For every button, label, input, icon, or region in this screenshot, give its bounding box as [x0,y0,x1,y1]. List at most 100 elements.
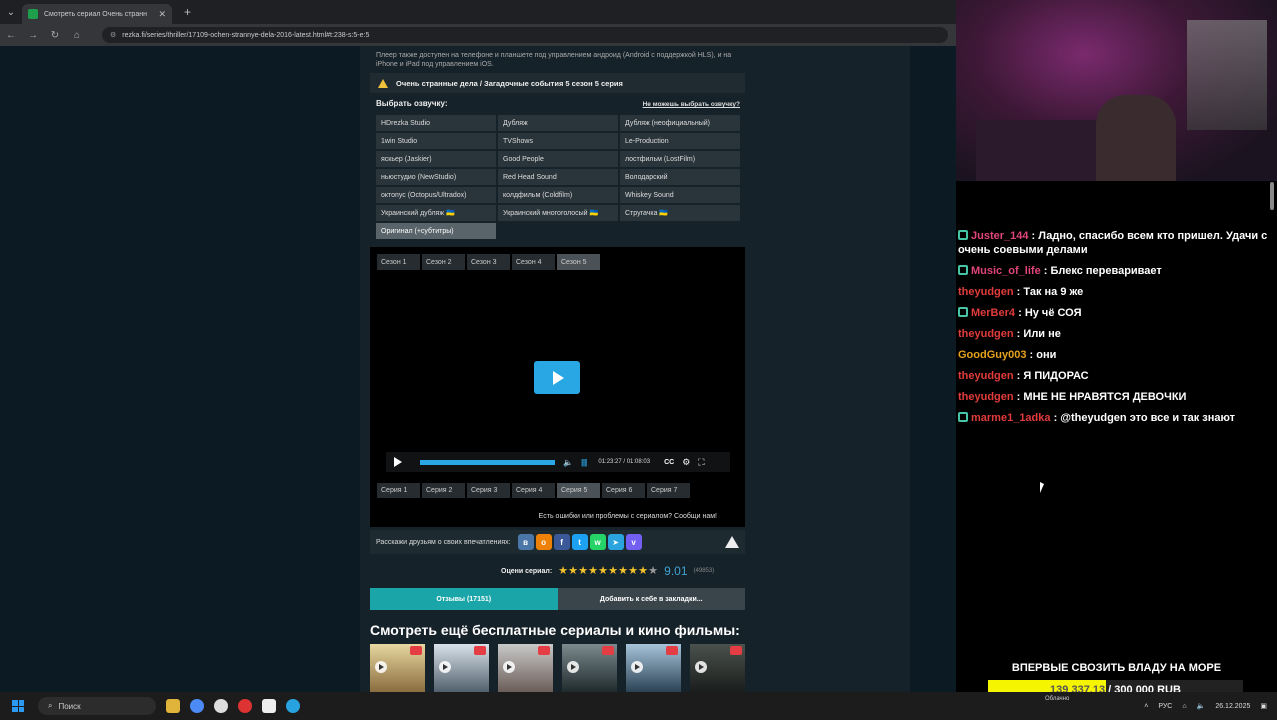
report-error-link[interactable]: Есть ошибки или проблемы с сериалом? Соо… [539,513,717,520]
twitter-share-icon[interactable]: t [571,534,588,550]
star-icon[interactable]: ★ [568,566,578,577]
star-icon[interactable]: ★ [558,566,568,577]
related-thumbnail[interactable] [434,644,489,692]
voice-option[interactable]: Стругачка 🇺🇦 [620,205,740,221]
episode-tab[interactable]: Серия 7 [647,483,690,498]
voice-option[interactable]: Good People [498,151,618,167]
related-thumbnail[interactable] [626,644,681,692]
star-icon[interactable]: ★ [588,566,598,577]
app-window-icon[interactable] [262,699,276,713]
notifications-icon[interactable]: ▣ [1260,702,1267,710]
progress-bar[interactable] [420,459,555,465]
voice-option[interactable]: колдфильм (Coldfilm) [498,187,618,203]
close-tab-icon[interactable]: ✕ [158,9,166,20]
voice-option[interactable]: Дубляж (неофициальный) [620,115,740,131]
start-icon[interactable] [12,700,24,712]
voice-option[interactable]: Украинский многоголосый 🇺🇦 [498,205,618,221]
viber-share-icon[interactable]: v [625,534,642,550]
voice-option[interactable]: октопус (Octopus/Ultradox) [376,187,496,203]
taskbar-search[interactable]: ⌕ Поиск [38,697,156,715]
voice-option[interactable]: яскьер (Jaskier) [376,151,496,167]
forward-icon[interactable]: → [28,30,38,41]
episode-tab[interactable]: Серия 1 [377,483,420,498]
volume-icon[interactable]: 🔈 [563,458,573,467]
volume-slider[interactable]: ||||| [581,458,587,467]
facebook-share-icon[interactable]: f [553,534,570,550]
badge-icon [958,265,968,275]
season-tab[interactable]: Сезон 2 [422,254,465,270]
bookmark-tab[interactable]: Добавить к себе в закладки... [557,588,745,610]
home-icon[interactable]: ⌂ [72,30,82,41]
language-indicator[interactable]: РУС [1158,703,1172,710]
voice-option[interactable]: Le-Production [620,133,740,149]
rating-stars[interactable]: ★ ★ ★ ★ ★ ★ ★ ★ ★ ★ [558,566,658,577]
voice-option[interactable]: лостфильм (LostFilm) [620,151,740,167]
subtitles-button[interactable]: CC [664,459,674,466]
voice-option[interactable]: ньюстудио (NewStudio) [376,169,496,185]
video-player[interactable]: Сезон 1 Сезон 2 Сезон 3 Сезон 4 Сезон 5 … [370,247,745,527]
ok-share-icon[interactable]: о [535,534,552,550]
reload-icon[interactable]: ↻ [50,30,60,41]
episode-tab-selected[interactable]: Серия 5 [557,483,600,498]
related-thumbnail[interactable] [498,644,553,692]
whatsapp-share-icon[interactable]: w [589,534,606,550]
voice-option[interactable]: TVShows [498,133,618,149]
voice-help-link[interactable]: Не можешь выбрать озвучку? [643,101,740,108]
big-play-button[interactable] [534,361,580,394]
star-icon[interactable]: ★ [608,566,618,577]
telegram-icon[interactable] [286,699,300,713]
chat-scrollbar[interactable] [1270,182,1274,210]
tab-list-icon[interactable]: ⌄ [0,0,22,24]
episode-tab[interactable]: Серия 3 [467,483,510,498]
voice-option[interactable]: Дубляж [498,115,618,131]
voice-option[interactable]: HDrezka Studio [376,115,496,131]
play-button[interactable] [394,457,402,467]
star-icon[interactable]: ★ [648,566,658,577]
star-icon[interactable]: ★ [618,566,628,577]
network-icon[interactable]: ⌂ [1182,703,1186,710]
season-tab-selected[interactable]: Сезон 5 [557,254,600,270]
tray-chevron-icon[interactable]: ˄ [1144,703,1148,710]
url-field[interactable]: ⚙ rezka.fi/series/thriller/17109-ochen-s… [102,27,948,43]
vk-share-icon[interactable]: в [517,534,534,550]
volume-tray-icon[interactable]: 🔈 [1197,702,1206,710]
notification-bell-icon[interactable] [725,536,739,548]
chrome-icon[interactable] [190,699,204,713]
app-icon[interactable] [214,699,228,713]
star-icon[interactable]: ★ [638,566,648,577]
voice-option[interactable]: Red Head Sound [498,169,618,185]
episode-tab[interactable]: Серия 2 [422,483,465,498]
related-thumbnail[interactable] [690,644,745,692]
episode-tab[interactable]: Серия 6 [602,483,645,498]
file-explorer-icon[interactable] [166,699,180,713]
star-icon[interactable]: ★ [598,566,608,577]
reviews-tab[interactable]: Отзывы (17151) [370,588,558,610]
star-icon[interactable]: ★ [628,566,638,577]
voice-option[interactable]: Украинский дубляж 🇺🇦 [376,205,496,221]
site-favicon-icon [28,9,38,19]
site-info-icon[interactable]: ⚙ [110,31,116,39]
voice-option[interactable]: Whiskey Sound [620,187,740,203]
new-tab-icon[interactable]: + [184,5,191,19]
obs-icon[interactable] [238,699,252,713]
telegram-share-icon[interactable]: ➤ [607,534,624,550]
back-icon[interactable]: ← [6,30,16,41]
season-tab[interactable]: Сезон 4 [512,254,555,270]
voice-option-selected[interactable]: Оригинал (+субтитры) [376,223,496,239]
episode-tab[interactable]: Серия 4 [512,483,555,498]
related-thumbnail[interactable] [370,644,425,692]
donation-title: ВПЕРВЫЕ СВОЗИТЬ ВЛАДУ НА МОРЕ [1011,662,1222,674]
chat-text: Или не [1023,328,1061,340]
season-tab[interactable]: Сезон 3 [467,254,510,270]
chat-user: GoodGuy003 [958,349,1027,361]
chat-message: Music_of_life : Блекс переваривает [956,264,1277,278]
webcam-person [1096,95,1176,181]
browser-tab[interactable]: Смотреть сериал Очень странн ✕ [22,4,172,24]
voice-option[interactable]: 1win Studio [376,133,496,149]
voice-option[interactable]: Володарский [620,169,740,185]
season-tab[interactable]: Сезон 1 [377,254,420,270]
settings-icon[interactable]: ⚙ [682,457,690,468]
star-icon[interactable]: ★ [578,566,588,577]
related-thumbnail[interactable] [562,644,617,692]
fullscreen-icon[interactable]: ⛶ [698,457,704,468]
